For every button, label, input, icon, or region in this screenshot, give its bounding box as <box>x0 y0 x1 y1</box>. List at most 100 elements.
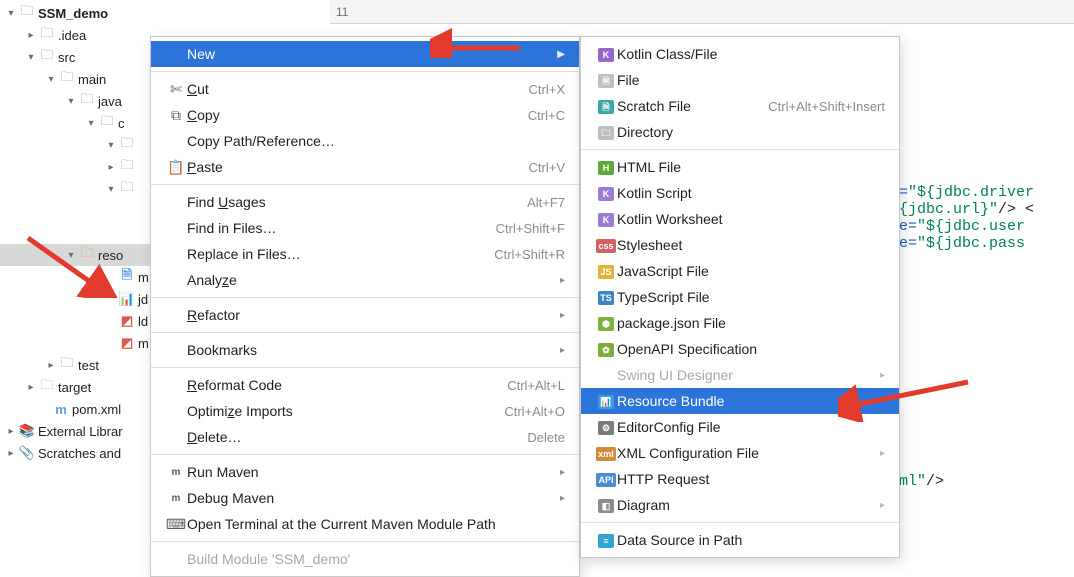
folder-icon: 🗀 <box>118 178 136 200</box>
submenu-label: Data Source in Path <box>617 532 885 548</box>
file-icon: 🗎 <box>118 266 136 288</box>
submenu-label: Kotlin Script <box>617 185 885 201</box>
menu-item-find-usages[interactable]: Find Usages Alt+F7 <box>151 189 579 215</box>
submenu-label: HTML File <box>617 159 885 175</box>
submenu-item-http[interactable]: API HTTP Request <box>581 466 899 492</box>
code-val: "${jdbc.user <box>917 218 1025 235</box>
submenu-item-xmlcfg[interactable]: xml XML Configuration File ▸ <box>581 440 899 466</box>
menu-separator <box>151 297 579 298</box>
menu-item-label: Open Terminal at the Current Maven Modul… <box>187 516 565 532</box>
menu-item-replace-in-files[interactable]: Replace in Files… Ctrl+Shift+R <box>151 241 579 267</box>
submenu-label: package.json File <box>617 315 885 331</box>
chevron-right-icon: ▸ <box>44 360 58 371</box>
folder-icon: 🗀 <box>38 46 56 68</box>
menu-item-label: Copy <box>187 107 520 123</box>
submenu-item-editorconfig[interactable]: ⚙ EditorConfig File <box>581 414 899 440</box>
menu-item-label: Paste <box>187 159 521 175</box>
menu-separator <box>151 184 579 185</box>
folder-icon: 🗀 <box>38 376 56 398</box>
submenu-item-js[interactable]: JS JavaScript File <box>581 258 899 284</box>
folder-icon: 🗀 <box>58 68 76 90</box>
menu-separator <box>151 454 579 455</box>
menu-shortcut: Alt+F7 <box>519 195 565 210</box>
submenu-label: Diagram <box>617 497 880 513</box>
submenu-label: Kotlin Worksheet <box>617 211 885 227</box>
menu-item-optimize[interactable]: Optimize Imports Ctrl+Alt+O <box>151 398 579 424</box>
file-icon: ◩ <box>118 335 136 351</box>
chevron-right-icon: ▸ <box>4 448 18 459</box>
menu-item-open-terminal[interactable]: ⌨ Open Terminal at the Current Maven Mod… <box>151 511 579 537</box>
menu-item-debug-maven[interactable]: m Debug Maven ▸ <box>151 485 579 511</box>
submenu-item-directory[interactable]: 🗀 Directory <box>581 119 899 145</box>
file-icon: 🗎 <box>595 73 617 88</box>
submenu-item-stylesheet[interactable]: css Stylesheet <box>581 232 899 258</box>
tree-item-label: main <box>76 72 106 87</box>
menu-item-label: Build Module 'SSM_demo' <box>187 551 565 567</box>
submenu-item-resource-bundle[interactable]: 📊 Resource Bundle <box>581 388 899 414</box>
tree-item-label: .idea <box>56 28 86 43</box>
submenu-item-pkgjson[interactable]: ⬢ package.json File <box>581 310 899 336</box>
file-icon: 📊 <box>118 291 136 307</box>
submenu-item-ts[interactable]: TS TypeScript File <box>581 284 899 310</box>
submenu-item-datasource[interactable]: ≡ Data Source in Path <box>581 527 899 553</box>
menu-item-reformat[interactable]: Reformat Code Ctrl+Alt+L <box>151 372 579 398</box>
submenu-item-kotlin-class[interactable]: K Kotlin Class/File <box>581 41 899 67</box>
database-icon: ≡ <box>595 533 617 548</box>
chevron-right-icon: ▸ <box>560 275 565 286</box>
context-menu: New ▶ ✄ Cut Ctrl+X ⧉ Copy Ctrl+C Copy Pa… <box>150 36 580 577</box>
submenu-item-scratch[interactable]: 🗎 Scratch File Ctrl+Alt+Shift+Insert <box>581 93 899 119</box>
css-icon: css <box>595 238 617 253</box>
menu-shortcut: Ctrl+Alt+O <box>496 404 565 419</box>
menu-item-run-maven[interactable]: m Run Maven ▸ <box>151 459 579 485</box>
submenu-item-diagram[interactable]: ◧ Diagram ▸ <box>581 492 899 518</box>
submenu-new: K Kotlin Class/File 🗎 File 🗎 Scratch Fil… <box>580 36 900 558</box>
tree-item-label: Scratches and <box>36 446 121 461</box>
menu-item-bookmarks[interactable]: Bookmarks ▸ <box>151 337 579 363</box>
menu-item-find-in-files[interactable]: Find in Files… Ctrl+Shift+F <box>151 215 579 241</box>
submenu-label: EditorConfig File <box>617 419 885 435</box>
menu-item-build-module[interactable]: Build Module 'SSM_demo' <box>151 546 579 572</box>
menu-shortcut: Ctrl+Alt+L <box>499 378 565 393</box>
submenu-item-swing[interactable]: Swing UI Designer ▸ <box>581 362 899 388</box>
menu-item-new[interactable]: New ▶ <box>151 41 579 67</box>
menu-separator <box>581 149 899 150</box>
menu-item-cut[interactable]: ✄ Cut Ctrl+X <box>151 76 579 102</box>
submenu-item-openapi[interactable]: ✿ OpenAPI Specification <box>581 336 899 362</box>
submenu-label: Kotlin Class/File <box>617 46 885 62</box>
folder-icon: 🗀 <box>18 2 36 24</box>
terminal-icon: ⌨ <box>165 516 187 533</box>
submenu-label: Scratch File <box>617 98 768 114</box>
tree-item-root[interactable]: ▾ 🗀 SSM_demo <box>0 2 330 24</box>
submenu-item-kotlin-script[interactable]: K Kotlin Script <box>581 180 899 206</box>
menu-item-delete[interactable]: Delete… Delete <box>151 424 579 450</box>
folder-icon: 🗀 <box>78 90 96 112</box>
menu-item-analyze[interactable]: Analyze ▸ <box>151 267 579 293</box>
menu-item-copy-path[interactable]: Copy Path/Reference… <box>151 128 579 154</box>
chevron-right-icon: ▸ <box>880 448 885 459</box>
tree-item-label: m <box>136 270 149 285</box>
editor-tab-bar[interactable]: 11 <box>330 0 1074 24</box>
menu-item-refactor[interactable]: Refactor ▸ <box>151 302 579 328</box>
chevron-right-icon: ▸ <box>4 426 18 437</box>
code-val: "${jdbc.driver <box>908 184 1034 201</box>
folder-icon: 🗀 <box>58 354 76 376</box>
menu-item-label: Bookmarks <box>187 342 560 358</box>
menu-item-copy[interactable]: ⧉ Copy Ctrl+C <box>151 102 579 128</box>
submenu-item-html[interactable]: H HTML File <box>581 154 899 180</box>
submenu-label: HTTP Request <box>617 471 885 487</box>
chevron-right-icon: ▸ <box>560 345 565 356</box>
menu-separator <box>581 522 899 523</box>
chevron-down-icon: ▾ <box>4 8 18 19</box>
submenu-label: Swing UI Designer <box>617 367 880 383</box>
submenu-shortcut: Ctrl+Alt+Shift+Insert <box>768 99 885 114</box>
chevron-down-icon: ▾ <box>84 118 98 129</box>
folder-icon: 🗀 <box>118 156 136 178</box>
chevron-right-icon: ▸ <box>24 382 38 393</box>
menu-item-paste[interactable]: 📋 Paste Ctrl+V <box>151 154 579 180</box>
tree-item-label: test <box>76 358 99 373</box>
submenu-item-file[interactable]: 🗎 File <box>581 67 899 93</box>
chevron-down-icon: ▾ <box>64 96 78 107</box>
submenu-item-kotlin-ws[interactable]: K Kotlin Worksheet <box>581 206 899 232</box>
tree-item-label: m <box>136 336 149 351</box>
chevron-down-icon: ▾ <box>64 250 78 261</box>
